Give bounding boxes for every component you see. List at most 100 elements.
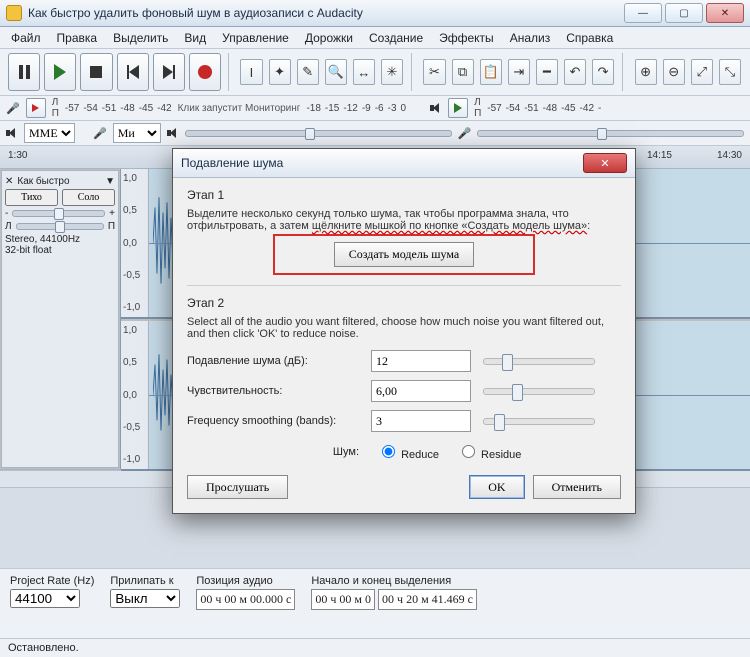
rec-meter-ticks: -57-54-51-48-45-42 <box>65 103 172 114</box>
smoothing-slider[interactable] <box>483 418 595 425</box>
draw-tool-icon[interactable]: ✎ <box>297 59 319 85</box>
project-rate-select[interactable]: 44100 <box>10 589 80 608</box>
step2-text: Select all of the audio you want filtere… <box>187 316 621 340</box>
timeshift-tool-icon[interactable]: ↔ <box>353 59 375 85</box>
rec-tick-label: ЛП <box>52 97 59 119</box>
play-tick-lp: ЛП <box>474 97 481 119</box>
amp-scale-2: 1,00,50,0-0,5-1,0 <box>121 321 149 469</box>
mute-button[interactable]: Тихо <box>5 189 58 206</box>
play-button[interactable] <box>44 53 76 91</box>
get-noise-profile-button[interactable]: Создать модель шума <box>334 242 474 267</box>
smoothing-input[interactable] <box>371 410 471 432</box>
zoom-out-icon[interactable]: ⊖ <box>663 59 685 85</box>
noise-reduction-slider[interactable] <box>483 358 595 365</box>
host-select[interactable]: MME <box>24 123 75 143</box>
maximize-button[interactable]: ▢ <box>665 3 703 23</box>
mic-meter-icon[interactable]: 🎤 <box>6 102 20 115</box>
record-button[interactable] <box>189 53 221 91</box>
selection-tool-icon[interactable]: I <box>240 59 262 85</box>
menu-analyze[interactable]: Анализ <box>503 29 558 47</box>
rec-meter-hint[interactable]: Клик запустит Мониторинг <box>178 103 301 114</box>
dialog-close-button[interactable]: ✕ <box>583 153 627 173</box>
track-name[interactable]: Как быстро <box>17 176 101 187</box>
menu-effects[interactable]: Эффекты <box>432 29 501 47</box>
step1-text: Выделите несколько секунд только шума, т… <box>187 208 621 232</box>
track-menu-icon[interactable]: ▼ <box>105 176 115 187</box>
play-meter-ticks: -57-54-51-48-45-42- <box>487 103 601 114</box>
status-text: Остановлено. <box>8 642 79 654</box>
zoom-tool-icon[interactable]: 🔍 <box>325 59 347 85</box>
menu-generate[interactable]: Создание <box>362 29 430 47</box>
solo-button[interactable]: Соло <box>62 189 115 206</box>
reduce-radio[interactable]: Reduce <box>377 442 439 461</box>
menu-file[interactable]: Файл <box>4 29 48 47</box>
step2-heading: Этап 2 <box>187 296 621 310</box>
fit-project-icon[interactable]: ⤡ <box>719 59 741 85</box>
snap-label: Прилипать к <box>110 575 180 587</box>
track-close-icon[interactable]: ✕ <box>5 176 13 187</box>
menu-view[interactable]: Вид <box>177 29 213 47</box>
project-rate-label: Project Rate (Hz) <box>10 575 94 587</box>
noise-reduction-input[interactable] <box>371 350 471 372</box>
minimize-button[interactable]: — <box>624 3 662 23</box>
cancel-button[interactable]: Отменить <box>533 475 621 499</box>
fit-selection-icon[interactable]: ⤢ <box>691 59 713 85</box>
selection-end-field[interactable]: 00 ч 20 м 41.469 с <box>378 589 477 610</box>
multi-tool-icon[interactable]: ✳ <box>381 59 403 85</box>
ok-button[interactable]: OK <box>469 475 524 499</box>
cut-icon[interactable]: ✂ <box>423 59 445 85</box>
audio-position-field[interactable]: 00 ч 00 м 00.000 с <box>196 589 295 610</box>
noise-reduction-dialog: Подавление шума ✕ Этап 1 Выделите нескол… <box>172 148 636 514</box>
close-button[interactable]: ✕ <box>706 3 744 23</box>
audio-position-label: Позиция аудио <box>196 575 295 587</box>
skip-end-button[interactable] <box>153 53 185 91</box>
rec-meter-ticks2: -18-15-12-9-6-30 <box>306 103 406 114</box>
sensitivity-label: Чувствительность: <box>187 385 359 397</box>
copy-icon[interactable]: ⧉ <box>452 59 474 85</box>
preview-button[interactable]: Прослушать <box>187 475 288 499</box>
dialog-title: Подавление шума <box>181 156 283 170</box>
step1-heading: Этап 1 <box>187 188 621 202</box>
rec-meter-toggle[interactable] <box>26 98 46 118</box>
noise-radio-label: Шум: <box>187 446 359 458</box>
speaker-meter-icon[interactable] <box>430 103 442 113</box>
sensitivity-slider[interactable] <box>483 388 595 395</box>
output-volume-icon <box>167 128 179 138</box>
menu-help[interactable]: Справка <box>559 29 620 47</box>
pause-button[interactable] <box>8 53 40 91</box>
highlight-box: Создать модель шума <box>273 234 535 275</box>
envelope-tool-icon[interactable]: ✦ <box>269 59 291 85</box>
gain-slider[interactable] <box>12 210 105 217</box>
residue-radio[interactable]: Residue <box>457 442 521 461</box>
app-icon <box>6 5 22 21</box>
redo-icon[interactable]: ↷ <box>592 59 614 85</box>
input-volume-slider[interactable] <box>477 130 744 137</box>
amp-scale: 1,00,50,0-0,5-1,0 <box>121 169 149 317</box>
stop-button[interactable] <box>80 53 112 91</box>
silence-icon[interactable]: ━ <box>536 59 558 85</box>
play-meter-toggle[interactable] <box>448 98 468 118</box>
mic-device-select[interactable]: Ми <box>113 123 161 143</box>
selection-start-field[interactable]: 00 ч 00 м 0 <box>311 589 375 610</box>
output-volume-slider[interactable] <box>185 130 452 137</box>
sensitivity-input[interactable] <box>371 380 471 402</box>
pan-slider[interactable] <box>16 223 104 230</box>
menu-edit[interactable]: Правка <box>50 29 105 47</box>
menu-transport[interactable]: Управление <box>215 29 296 47</box>
noise-reduction-label: Подавление шума (дБ): <box>187 355 359 367</box>
undo-icon[interactable]: ↶ <box>564 59 586 85</box>
paste-icon[interactable]: 📋 <box>480 59 502 85</box>
skip-start-button[interactable] <box>117 53 149 91</box>
zoom-in-icon[interactable]: ⊕ <box>635 59 657 85</box>
menu-select[interactable]: Выделить <box>106 29 175 47</box>
snap-select[interactable]: Выкл <box>110 589 180 608</box>
mic-device-icon: 🎤 <box>93 127 107 140</box>
menubar: Файл Правка Выделить Вид Управление Доро… <box>0 27 750 49</box>
host-icon <box>6 128 18 138</box>
selection-label: Начало и конец выделения <box>311 575 477 587</box>
smoothing-label: Frequency smoothing (bands): <box>187 415 359 427</box>
trim-icon[interactable]: ⇥ <box>508 59 530 85</box>
track-format: Stereo, 44100Hz <box>5 234 115 245</box>
window-title: Как быстро удалить фоновый шум в аудиоза… <box>28 6 618 20</box>
menu-tracks[interactable]: Дорожки <box>298 29 360 47</box>
